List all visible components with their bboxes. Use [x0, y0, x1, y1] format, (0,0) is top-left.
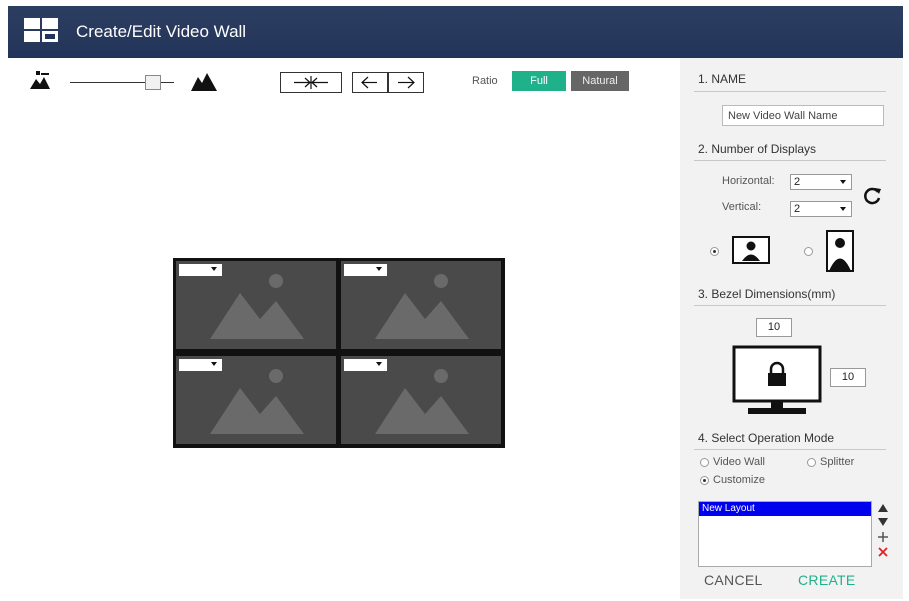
image-placeholder-icon [210, 274, 304, 339]
name-section-title: 1. NAME [698, 72, 747, 86]
video-wall-preview [173, 258, 505, 448]
create-button[interactable]: CREATE [798, 572, 856, 588]
display-cell[interactable] [341, 356, 501, 444]
video-wall-mode-radio[interactable] [700, 458, 709, 467]
divider [694, 449, 886, 450]
move-down-icon[interactable] [878, 518, 888, 529]
image-placeholder-icon [210, 369, 304, 434]
zoom-slider-thumb[interactable] [145, 75, 161, 90]
image-placeholder-icon [375, 274, 469, 339]
image-placeholder-icon [375, 369, 469, 434]
bezel-top-input[interactable]: 10 [756, 318, 792, 337]
move-up-icon[interactable] [878, 504, 888, 515]
vertical-count-value: 2 [794, 203, 801, 215]
move-left-button[interactable] [352, 72, 388, 93]
vertical-label: Vertical: [722, 201, 762, 213]
horizontal-count-value: 2 [794, 176, 801, 188]
display-cell[interactable] [176, 356, 336, 444]
window-title: Create/Edit Video Wall [76, 22, 247, 41]
delete-layout-icon[interactable] [878, 547, 888, 560]
zoom-out-icon[interactable] [28, 71, 52, 96]
landscape-radio[interactable] [710, 247, 719, 256]
list-item[interactable]: New Layout [699, 502, 871, 516]
chevron-down-icon [840, 180, 846, 184]
move-right-button[interactable] [388, 72, 424, 93]
arrow-left-icon [361, 76, 377, 89]
portrait-radio[interactable] [804, 247, 813, 256]
displays-section-title: 2. Number of Displays [698, 142, 817, 156]
display-cell[interactable] [341, 261, 501, 349]
layout-list[interactable]: New Layout [698, 501, 872, 567]
fit-icon [294, 76, 328, 89]
settings-panel: 1. NAME 2. Number of Displays Horizontal… [680, 58, 903, 599]
move-buttons-group [352, 72, 424, 93]
divider [694, 91, 886, 92]
ratio-natural-button[interactable]: Natural [571, 71, 629, 91]
cancel-button[interactable]: CANCEL [704, 572, 763, 588]
arrow-right-icon [398, 76, 415, 89]
display-cell[interactable] [176, 261, 336, 349]
horizontal-label: Horizontal: [722, 175, 775, 187]
divider [694, 160, 886, 161]
add-layout-icon[interactable] [878, 532, 888, 545]
video-wall-mode-label: Video Wall [713, 456, 765, 468]
chevron-down-icon [840, 207, 846, 211]
fit-to-screen-button[interactable] [280, 72, 342, 93]
refresh-icon[interactable] [862, 186, 882, 211]
landscape-orientation-icon[interactable] [732, 236, 770, 269]
splitter-mode-label: Splitter [820, 456, 855, 468]
horizontal-count-select[interactable]: 2 [790, 174, 852, 190]
video-wall-logo-icon [24, 18, 58, 46]
mode-section-title: 4. Select Operation Mode [698, 431, 835, 445]
customize-mode-radio[interactable] [700, 476, 709, 485]
bezel-section-title: 3. Bezel Dimensions(mm) [698, 287, 836, 301]
bezel-side-input[interactable]: 10 [830, 368, 866, 387]
ratio-label: Ratio [472, 75, 498, 87]
customize-mode-label: Customize [713, 474, 765, 486]
zoom-in-icon[interactable] [190, 70, 218, 97]
vertical-count-select[interactable]: 2 [790, 201, 852, 217]
toolbar: Ratio Full Natural [20, 66, 670, 96]
divider [694, 305, 886, 306]
portrait-orientation-icon[interactable] [826, 230, 854, 277]
monitor-lock-icon[interactable] [732, 345, 822, 422]
splitter-mode-radio[interactable] [807, 458, 816, 467]
video-wall-name-input[interactable] [722, 105, 884, 126]
title-bar: Create/Edit Video Wall [8, 6, 903, 58]
ratio-full-button[interactable]: Full [512, 71, 566, 91]
